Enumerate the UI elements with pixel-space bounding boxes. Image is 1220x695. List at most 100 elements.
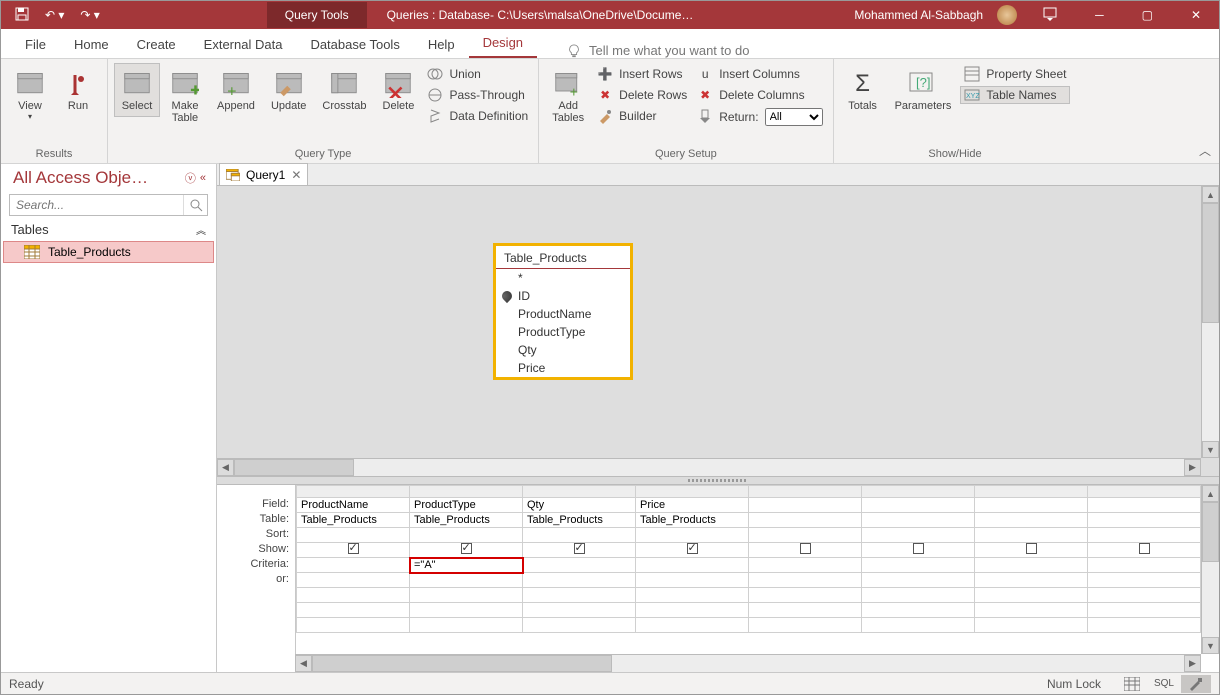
data-definition-button[interactable]: Data Definition [423,107,532,125]
table-field[interactable]: ProductName [496,305,630,323]
delete-columns-button[interactable]: ✖Delete Columns [693,86,826,104]
design-splitter[interactable] [217,476,1219,485]
ribbon-group-results: View▾ Run Results [1,59,108,163]
ribbon-options-icon[interactable] [1031,3,1069,28]
return-dropdown[interactable]: All [765,108,823,126]
delete-button[interactable]: Delete [375,63,421,117]
nav-item-table-products[interactable]: Table_Products [3,241,214,263]
property-sheet-button[interactable]: Property Sheet [960,65,1070,83]
nav-search-button[interactable] [183,195,207,215]
qbe-grid-area: Field:Table:Sort:Show:Criteria:or: Produ… [217,485,1219,672]
builder-button[interactable]: Builder [593,107,691,125]
user-name[interactable]: Mohammed Al-Sabbagh [854,8,983,22]
make-table-button[interactable]: ✚Make Table [162,63,208,129]
show-checkbox[interactable] [461,543,472,554]
show-checkbox[interactable] [1139,543,1150,554]
parameters-label: Parameters [895,100,952,112]
document-tab-query1[interactable]: Query1 ✕ [219,163,308,185]
table-names-button[interactable]: XYZ Table Names [960,86,1070,104]
insert-columns-button[interactable]: uInsert Columns [693,65,826,83]
ribbon-tab-strip: File Home Create External Data Database … [1,29,1219,59]
passthrough-button[interactable]: Pass-Through [423,86,532,104]
parameters-button[interactable]: [?]Parameters [888,63,959,117]
save-icon[interactable] [9,3,35,28]
table-field[interactable]: ID [496,287,630,305]
insert-rows-label: Insert Rows [619,67,682,81]
minimize-button[interactable]: ─ [1083,4,1116,26]
view-datasheet-icon[interactable] [1117,675,1147,693]
tab-design[interactable]: Design [469,29,537,58]
status-ready: Ready [9,677,44,691]
redo-icon[interactable]: ↷ ▾ [74,4,105,26]
builder-icon [597,108,613,124]
close-button[interactable]: ✕ [1179,4,1213,26]
nav-search [9,194,208,216]
design-vscroll[interactable]: ▲▼ [1201,186,1219,458]
table-box-table-products[interactable]: Table_Products *IDProductNameProductType… [493,243,633,380]
tab-home[interactable]: Home [60,31,123,58]
delete-columns-label: Delete Columns [719,88,804,102]
crosstab-button[interactable]: Crosstab [315,63,373,117]
grid-vscroll[interactable]: ▲▼ [1201,485,1219,654]
nav-search-input[interactable] [10,195,183,215]
table-names-label: Table Names [986,88,1056,102]
nav-section-tables[interactable]: Tables︽ [1,218,216,241]
return-icon [697,109,713,125]
work-area: All Access Obje… ⓥ « Tables︽ Table_Produ… [1,164,1219,672]
nav-title[interactable]: All Access Obje… [13,168,183,188]
table-field[interactable]: ProductType [496,323,630,341]
status-numlock: Num Lock [1047,677,1101,691]
tell-me-search[interactable]: Tell me what you want to do [537,43,1209,58]
document-tab-label: Query1 [246,168,285,182]
add-tables-label: Add Tables [552,100,584,124]
delete-rows-icon: ✖ [597,87,613,103]
collapse-ribbon-icon[interactable]: ︿ [1199,142,1211,159]
ribbon-group-query-type: Select ✚Make Table +Append Update Crosst… [108,59,539,163]
show-checkbox[interactable] [348,543,359,554]
data-definition-icon [427,108,443,124]
delete-rows-button[interactable]: ✖Delete Rows [593,86,691,104]
table-names-icon: XYZ [964,87,980,103]
group-label-query-setup: Query Setup [545,146,826,163]
user-avatar[interactable] [997,5,1017,25]
tab-create[interactable]: Create [123,31,190,58]
show-checkbox[interactable] [800,543,811,554]
grid-hscroll[interactable]: ◀▶ [295,654,1201,672]
nav-collapse-icon[interactable]: « [198,170,208,186]
run-button[interactable]: Run [55,63,101,117]
show-checkbox[interactable] [913,543,924,554]
update-button[interactable]: Update [264,63,313,117]
insert-rows-button[interactable]: ➕Insert Rows [593,65,691,83]
tab-database-tools[interactable]: Database Tools [296,31,413,58]
table-field[interactable]: * [496,269,630,287]
make-table-label: Make Table [172,100,199,124]
qbe-grid[interactable]: ProductNameProductTypeQtyPriceTable_Prod… [295,485,1201,654]
tab-external-data[interactable]: External Data [190,31,297,58]
nav-filter-icon[interactable]: ⓥ [183,168,198,188]
append-button[interactable]: +Append [210,63,262,117]
table-field[interactable]: Qty [496,341,630,359]
tab-file[interactable]: File [11,31,60,58]
select-query-button[interactable]: Select [114,63,160,117]
design-hscroll[interactable]: ◀▶ [217,458,1201,476]
totals-button[interactable]: ΣTotals [840,63,886,117]
view-design-icon[interactable] [1181,675,1211,693]
show-checkbox[interactable] [1026,543,1037,554]
return-control[interactable]: Return: All [693,107,826,127]
ribbon-group-show-hide: ΣTotals [?]Parameters Property Sheet XYZ… [834,59,1077,163]
undo-icon[interactable]: ↶ ▾ [39,4,70,26]
view-sql-icon[interactable]: SQL [1149,675,1179,693]
union-button[interactable]: Union [423,65,532,83]
view-button[interactable]: View▾ [7,63,53,126]
maximize-button[interactable]: ▢ [1130,4,1165,26]
table-field[interactable]: Price [496,359,630,377]
show-checkbox[interactable] [687,543,698,554]
add-tables-button[interactable]: +Add Tables [545,63,591,129]
union-label: Union [449,67,480,81]
query-design-surface[interactable]: Table_Products *IDProductNameProductType… [217,186,1219,476]
status-bar: Ready Num Lock SQL [1,672,1219,694]
tab-help[interactable]: Help [414,31,469,58]
close-tab-icon[interactable]: ✕ [291,168,301,182]
ribbon: View▾ Run Results Select ✚Make Table +Ap… [1,59,1219,164]
show-checkbox[interactable] [574,543,585,554]
